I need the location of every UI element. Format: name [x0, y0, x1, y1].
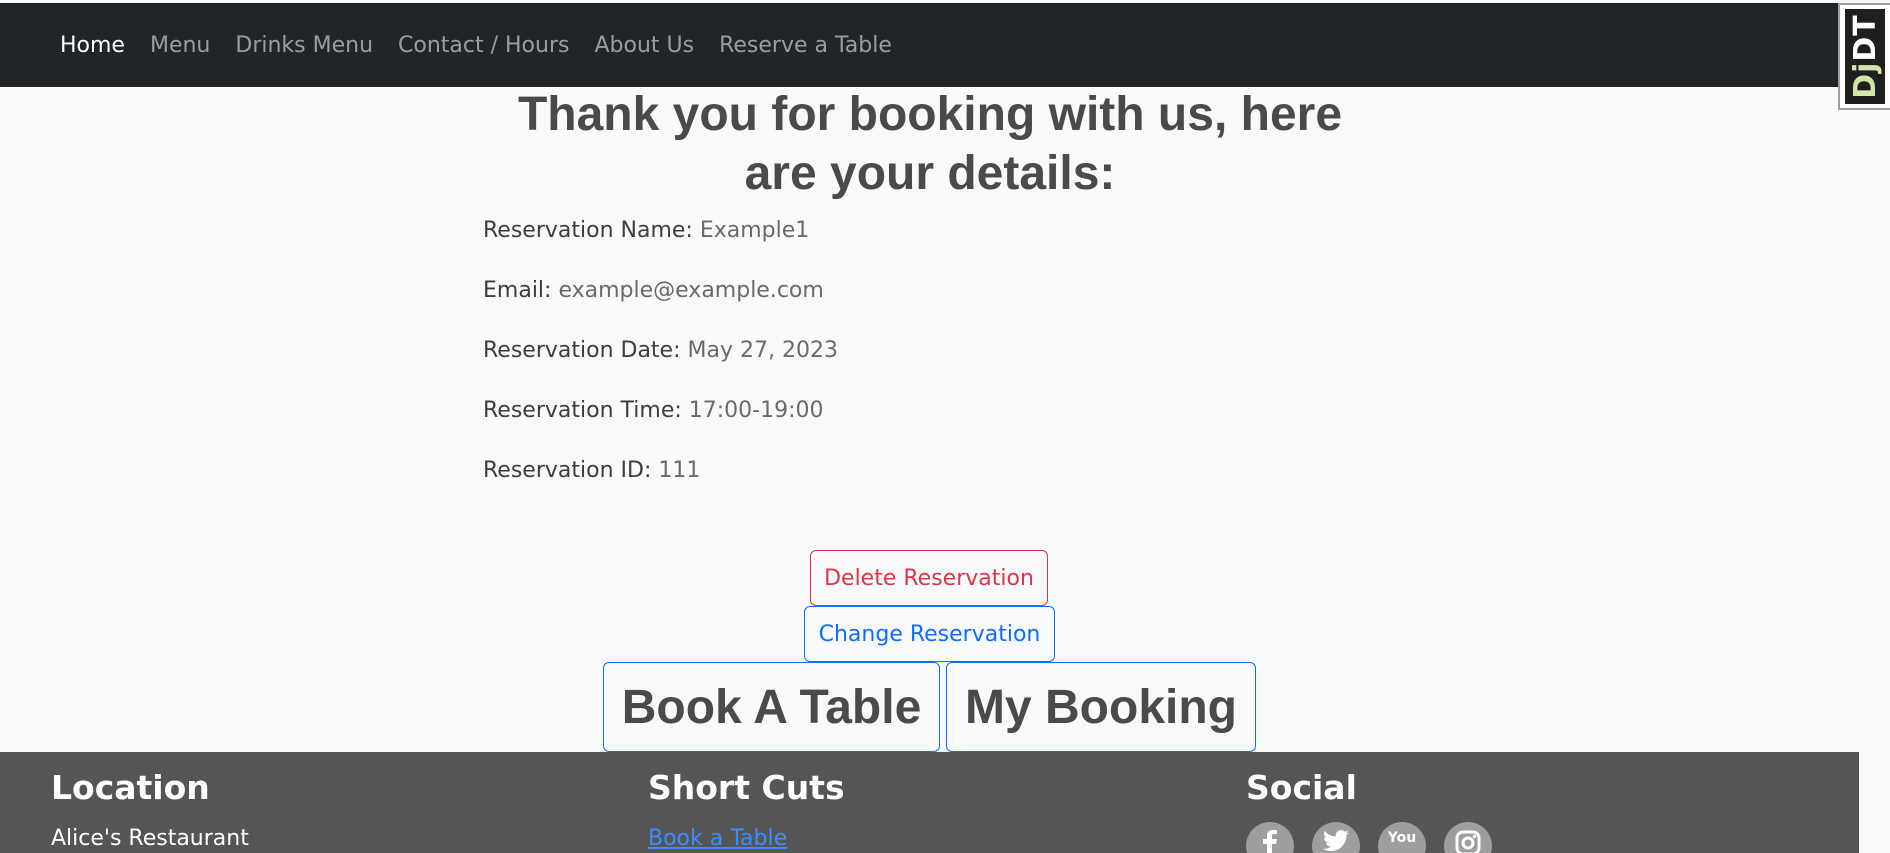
- page-title: Thank you for booking with us, here are …: [480, 85, 1380, 203]
- youtube-icon-text: You: [1387, 830, 1417, 846]
- nav-home[interactable]: Home: [60, 33, 125, 58]
- page-title-line2: are your details:: [744, 147, 1116, 200]
- detail-value: example@example.com: [558, 278, 824, 303]
- reservation-details: Reservation Name: Example1 Email: exampl…: [483, 216, 1383, 516]
- change-reservation-button[interactable]: Change Reservation: [804, 606, 1055, 662]
- page-title-line1: Thank you for booking with us, here: [517, 88, 1343, 141]
- footer: Location Alice's Restaurant Short Cuts B…: [0, 752, 1859, 853]
- navbar: Home Menu Drinks Menu Contact / Hours Ab…: [0, 3, 1890, 87]
- detail-row-email: Email: example@example.com: [483, 276, 1383, 336]
- detail-value: 17:00-19:00: [688, 398, 824, 423]
- book-table-button[interactable]: Book A Table: [603, 662, 940, 752]
- detail-row-time: Reservation Time: 17:00-19:00: [483, 396, 1383, 456]
- youtube-icon[interactable]: You: [1378, 822, 1426, 853]
- footer-location-title: Location: [51, 768, 210, 807]
- detail-row-id: Reservation ID: 111: [483, 456, 1383, 516]
- debug-toolbar-logo: DjDT: [1845, 9, 1885, 104]
- detail-label: Email:: [483, 278, 552, 303]
- detail-value: May 27, 2023: [687, 338, 838, 363]
- footer-book-table-link[interactable]: Book a Table: [648, 826, 787, 851]
- debug-toolbar-prefix: Dj: [1847, 61, 1883, 99]
- debug-toolbar-suffix: DT: [1847, 14, 1883, 62]
- facebook-icon[interactable]: [1246, 822, 1294, 853]
- twitter-icon[interactable]: [1312, 822, 1360, 853]
- nav-contact-hours[interactable]: Contact / Hours: [398, 33, 569, 58]
- detail-label: Reservation Time:: [483, 398, 682, 423]
- detail-label: Reservation ID:: [483, 458, 652, 483]
- detail-row-name: Reservation Name: Example1: [483, 216, 1383, 276]
- debug-toolbar-text: DjDT: [1848, 14, 1883, 99]
- footer-social-title: Social: [1246, 768, 1357, 807]
- instagram-icon[interactable]: [1444, 822, 1492, 853]
- detail-label: Reservation Date:: [483, 338, 681, 363]
- detail-row-date: Reservation Date: May 27, 2023: [483, 336, 1383, 396]
- nav-menu[interactable]: Menu: [150, 33, 210, 58]
- nav-reserve-table[interactable]: Reserve a Table: [719, 33, 892, 58]
- detail-value: Example1: [699, 218, 810, 243]
- social-icons: You: [1246, 822, 1510, 853]
- footer-shortcuts-title: Short Cuts: [648, 768, 845, 807]
- detail-label: Reservation Name:: [483, 218, 693, 243]
- my-booking-button[interactable]: My Booking: [946, 662, 1256, 752]
- footer-location-text: Alice's Restaurant: [51, 826, 249, 851]
- detail-value: 111: [658, 458, 701, 483]
- debug-toolbar-handle[interactable]: DjDT: [1838, 3, 1890, 110]
- nav-drinks-menu[interactable]: Drinks Menu: [235, 33, 373, 58]
- nav-about-us[interactable]: About Us: [594, 33, 694, 58]
- delete-reservation-button[interactable]: Delete Reservation: [810, 550, 1048, 606]
